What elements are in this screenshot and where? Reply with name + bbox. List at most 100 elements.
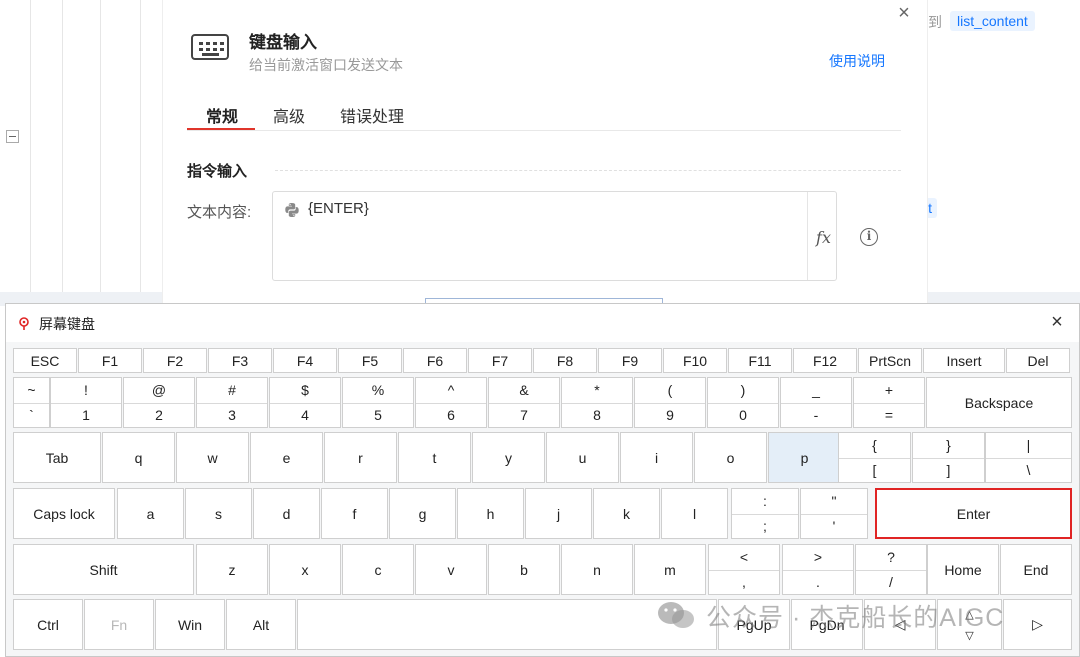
info-icon[interactable]: i — [860, 228, 878, 246]
key-alt[interactable]: Alt — [226, 599, 296, 650]
key-2[interactable]: @2 — [123, 377, 195, 428]
key-o[interactable]: o — [694, 432, 767, 483]
key-a[interactable]: a — [117, 488, 184, 539]
key-bracket[interactable]: }] — [912, 432, 985, 483]
key-f9[interactable]: F9 — [598, 348, 662, 373]
key-win[interactable]: Win — [155, 599, 225, 650]
key-bracket[interactable]: | \ — [985, 432, 1072, 483]
text-content-input[interactable]: {ENTER} fx — [272, 191, 837, 281]
close-icon[interactable]: × — [1047, 312, 1067, 332]
keyboard-titlebar: 屏幕键盘 × — [6, 304, 1079, 342]
key--[interactable]: _ - — [780, 377, 852, 428]
key-4[interactable]: $4 — [269, 377, 341, 428]
key-i[interactable]: i — [620, 432, 693, 483]
key-ctrl[interactable]: Ctrl — [13, 599, 83, 650]
key-9[interactable]: (9 — [634, 377, 706, 428]
key-f[interactable]: f — [321, 488, 388, 539]
key-end[interactable]: End — [1000, 544, 1072, 595]
key-v[interactable]: v — [415, 544, 487, 595]
key-shift-char: { — [872, 437, 877, 454]
key-insert[interactable]: Insert — [923, 348, 1005, 373]
key-esc[interactable]: ESC — [13, 348, 77, 373]
key-semicolon[interactable]: :; — [731, 488, 799, 539]
collapse-toggle[interactable] — [6, 130, 19, 143]
key-1[interactable]: ! 1 — [50, 377, 122, 428]
key-7[interactable]: & 7 — [488, 377, 560, 428]
key-m[interactable]: m — [634, 544, 706, 595]
key-x[interactable]: x — [269, 544, 341, 595]
key-u[interactable]: u — [546, 432, 619, 483]
tab-advanced[interactable]: 高级 — [273, 103, 305, 127]
key-d[interactable]: d — [253, 488, 320, 539]
key-prtscn[interactable]: PrtScn — [858, 348, 922, 373]
key-f5[interactable]: F5 — [338, 348, 402, 373]
key-f11[interactable]: F11 — [728, 348, 792, 373]
key-space[interactable] — [297, 599, 717, 650]
key-backspace[interactable]: Backspace — [926, 377, 1072, 428]
key-f10[interactable]: F10 — [663, 348, 727, 373]
key-q[interactable]: q — [102, 432, 175, 483]
key-s[interactable]: s — [185, 488, 252, 539]
key-label: F6 — [426, 352, 444, 369]
key-r[interactable]: r — [324, 432, 397, 483]
key-j[interactable]: j — [525, 488, 592, 539]
key-fn[interactable]: Fn — [84, 599, 154, 650]
key-base-char: [ — [839, 457, 910, 483]
key-f4[interactable]: F4 — [273, 348, 337, 373]
keyboard-input-dialog: × 键盘输入 给当前激活窗口发送文本 使用说明 常规 高级 错误处理 指令输入 … — [162, 0, 928, 310]
key-f1[interactable]: F1 — [78, 348, 142, 373]
key-f6[interactable]: F6 — [403, 348, 467, 373]
key-t[interactable]: t — [398, 432, 471, 483]
key-5[interactable]: % 5 — [342, 377, 414, 428]
key-=[interactable]: + = — [853, 377, 925, 428]
key-label: F3 — [231, 352, 249, 369]
key-w[interactable]: w — [176, 432, 249, 483]
key-label: x — [301, 561, 309, 578]
key-e[interactable]: e — [250, 432, 323, 483]
key-y[interactable]: y — [472, 432, 545, 483]
key-enter[interactable]: Enter — [875, 488, 1072, 539]
key-l[interactable]: l — [661, 488, 728, 539]
close-icon[interactable]: × — [893, 2, 915, 24]
key-label: Alt — [252, 616, 270, 633]
key-slash[interactable]: ? / — [855, 544, 927, 595]
key-h[interactable]: h — [457, 488, 524, 539]
wechat-icon — [658, 602, 694, 628]
key-c[interactable]: c — [342, 544, 414, 595]
key-comma[interactable]: <, — [708, 544, 780, 595]
key-f8[interactable]: F8 — [533, 348, 597, 373]
key-k[interactable]: k — [593, 488, 660, 539]
key-caps-lock[interactable]: Caps lock — [13, 488, 115, 539]
key-home[interactable]: Home — [927, 544, 999, 595]
key-z[interactable]: z — [196, 544, 268, 595]
key-del[interactable]: Del — [1006, 348, 1070, 373]
key-f3[interactable]: F3 — [208, 348, 272, 373]
help-link[interactable]: 使用说明 — [829, 51, 885, 71]
key-n[interactable]: n — [561, 544, 633, 595]
key-6[interactable]: ^ 6 — [415, 377, 487, 428]
key-period[interactable]: >. — [782, 544, 854, 595]
key-label: r — [358, 449, 363, 466]
key-arrow-right[interactable]: ▷ — [1003, 599, 1072, 650]
key-quote[interactable]: " ' — [800, 488, 868, 539]
key-f7[interactable]: F7 — [468, 348, 532, 373]
key-label: h — [486, 505, 495, 522]
key-f2[interactable]: F2 — [143, 348, 207, 373]
key-g[interactable]: g — [389, 488, 456, 539]
key-shift-char: ) — [740, 382, 746, 399]
key-f12[interactable]: F12 — [793, 348, 857, 373]
tab-general[interactable]: 常规 — [206, 103, 238, 127]
key-p[interactable]: p — [768, 432, 841, 483]
key-3[interactable]: #3 — [196, 377, 268, 428]
key-tab[interactable]: Tab — [13, 432, 101, 483]
key-base-char: 4 — [270, 402, 340, 428]
fx-icon[interactable]: fx — [816, 228, 831, 247]
key-bracket[interactable]: {[ — [838, 432, 911, 483]
key-8[interactable]: * 8 — [561, 377, 633, 428]
key-shift[interactable]: Shift — [13, 544, 194, 595]
tab-error-handling[interactable]: 错误处理 — [340, 103, 404, 127]
key-0[interactable]: ) 0 — [707, 377, 779, 428]
key-b[interactable]: b — [488, 544, 560, 595]
key-label: ESC — [30, 352, 60, 369]
key-`[interactable]: ~ ` — [13, 377, 50, 428]
